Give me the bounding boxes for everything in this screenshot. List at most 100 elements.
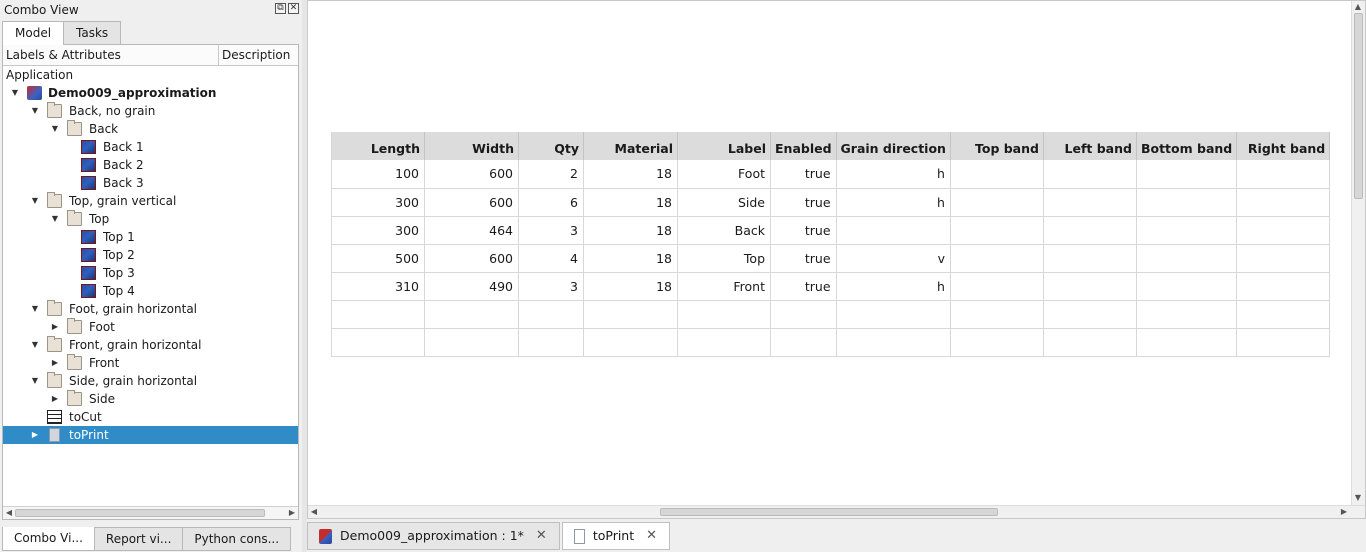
close-icon[interactable]: ✕ bbox=[288, 3, 299, 14]
table-cell[interactable] bbox=[1043, 160, 1137, 189]
column-header[interactable]: Enabled bbox=[770, 132, 837, 160]
table-cell[interactable] bbox=[1236, 188, 1331, 217]
tree-item[interactable]: Top 2 bbox=[3, 246, 298, 264]
table-cell[interactable]: 4 bbox=[518, 244, 584, 273]
table-cell[interactable] bbox=[1236, 300, 1331, 329]
table-cell[interactable]: Side bbox=[677, 188, 771, 217]
table-cell[interactable] bbox=[836, 328, 951, 357]
table-cell[interactable] bbox=[1136, 160, 1238, 189]
column-header[interactable]: Left band bbox=[1043, 132, 1137, 160]
table-cell[interactable] bbox=[1043, 272, 1137, 301]
table-cell[interactable]: true bbox=[770, 216, 837, 245]
table-cell[interactable] bbox=[518, 300, 584, 329]
table-cell[interactable]: 300 bbox=[331, 188, 425, 217]
table-cell[interactable]: 600 bbox=[424, 160, 519, 189]
column-header[interactable]: Width bbox=[424, 132, 519, 160]
column-header[interactable]: Top band bbox=[950, 132, 1044, 160]
tab-python-console[interactable]: Python cons... bbox=[182, 527, 292, 551]
tree-item[interactable]: ▼ Top, grain vertical bbox=[3, 192, 298, 210]
tree-item[interactable]: ▶ Front bbox=[3, 354, 298, 372]
table-cell[interactable]: Back bbox=[677, 216, 771, 245]
table-cell[interactable] bbox=[836, 300, 951, 329]
scroll-right-icon[interactable]: ▶ bbox=[286, 507, 298, 519]
table-cell[interactable] bbox=[1043, 244, 1137, 273]
tree-item[interactable]: ▼ Side, grain horizontal bbox=[3, 372, 298, 390]
scroll-left-icon[interactable]: ◀ bbox=[308, 506, 320, 518]
tree-item[interactable]: ▶ Side bbox=[3, 390, 298, 408]
column-header[interactable]: Qty bbox=[518, 132, 584, 160]
table-cell[interactable]: h bbox=[836, 272, 951, 301]
tab-combo-view[interactable]: Combo Vi... bbox=[2, 527, 95, 551]
table-cell[interactable]: 100 bbox=[331, 160, 425, 189]
table-cell[interactable] bbox=[950, 272, 1044, 301]
tree-item[interactable]: Top 4 bbox=[3, 282, 298, 300]
expand-arrow-icon[interactable]: ▼ bbox=[30, 336, 40, 354]
collapse-arrow-icon[interactable]: ▶ bbox=[50, 390, 60, 408]
header-labels-attributes[interactable]: Labels & Attributes bbox=[3, 45, 219, 65]
tree-item[interactable]: Back 2 bbox=[3, 156, 298, 174]
scroll-left-icon[interactable]: ◀ bbox=[3, 507, 15, 519]
table-cell[interactable] bbox=[583, 300, 678, 329]
horizontal-scroll-thumb[interactable] bbox=[660, 508, 998, 516]
tree-item[interactable]: ▶ toPrint bbox=[3, 426, 298, 444]
table-cell[interactable] bbox=[1236, 244, 1331, 273]
vertical-scroll-thumb[interactable] bbox=[1354, 13, 1363, 199]
scroll-thumb[interactable] bbox=[15, 509, 265, 517]
table-cell[interactable]: 464 bbox=[424, 216, 519, 245]
table-cell[interactable]: 18 bbox=[583, 216, 678, 245]
table-cell[interactable] bbox=[1043, 300, 1137, 329]
tree-item[interactable]: ▼ Back, no grain bbox=[3, 102, 298, 120]
table-cell[interactable]: true bbox=[770, 272, 837, 301]
table-cell[interactable]: h bbox=[836, 188, 951, 217]
tree-item[interactable]: Back 3 bbox=[3, 174, 298, 192]
expand-arrow-icon[interactable]: ▼ bbox=[50, 120, 60, 138]
table-cell[interactable]: true bbox=[770, 188, 837, 217]
table-cell[interactable]: 300 bbox=[331, 216, 425, 245]
table-cell[interactable] bbox=[1136, 216, 1238, 245]
table-cell[interactable] bbox=[1136, 300, 1238, 329]
scroll-up-icon[interactable]: ▲ bbox=[1352, 1, 1364, 13]
table-cell[interactable] bbox=[836, 216, 951, 245]
tab-report-view[interactable]: Report vi... bbox=[93, 527, 184, 551]
expand-arrow-icon[interactable]: ▼ bbox=[30, 300, 40, 318]
horizontal-scrollbar[interactable]: ◀ ▶ bbox=[308, 505, 1365, 518]
header-description[interactable]: Description bbox=[219, 45, 298, 65]
table-cell[interactable] bbox=[1136, 328, 1238, 357]
table-cell[interactable] bbox=[950, 300, 1044, 329]
table-cell[interactable]: 3 bbox=[518, 272, 584, 301]
table-cell[interactable] bbox=[1043, 216, 1137, 245]
table-cell[interactable]: Foot bbox=[677, 160, 771, 189]
table-cell[interactable]: v bbox=[836, 244, 951, 273]
close-tab-icon[interactable]: ✕ bbox=[536, 522, 547, 550]
scroll-down-icon[interactable]: ▼ bbox=[1352, 492, 1364, 504]
tree-item[interactable]: ▼ Top bbox=[3, 210, 298, 228]
table-cell[interactable] bbox=[770, 300, 837, 329]
table-cell[interactable]: 600 bbox=[424, 244, 519, 273]
table-cell[interactable] bbox=[770, 328, 837, 357]
table-cell[interactable] bbox=[424, 328, 519, 357]
tree-item[interactable]: ▶ Foot bbox=[3, 318, 298, 336]
expand-arrow-icon[interactable]: ▼ bbox=[10, 84, 20, 102]
table-cell[interactable] bbox=[424, 300, 519, 329]
table-cell[interactable] bbox=[950, 216, 1044, 245]
tree-item[interactable]: ▼ Foot, grain horizontal bbox=[3, 300, 298, 318]
table-cell[interactable] bbox=[950, 328, 1044, 357]
tree-horizontal-scrollbar[interactable]: ◀ ▶ bbox=[3, 506, 298, 519]
column-header[interactable]: Material bbox=[583, 132, 678, 160]
tree-item[interactable]: ▼ Front, grain horizontal bbox=[3, 336, 298, 354]
tree-item[interactable]: ▼ Demo009_approximation bbox=[3, 84, 298, 102]
table-cell[interactable]: 3 bbox=[518, 216, 584, 245]
table-cell[interactable] bbox=[331, 328, 425, 357]
table-cell[interactable] bbox=[1236, 216, 1331, 245]
table-cell[interactable] bbox=[677, 300, 771, 329]
column-header[interactable]: Right band bbox=[1236, 132, 1331, 160]
expand-arrow-icon[interactable]: ▼ bbox=[30, 372, 40, 390]
table-cell[interactable]: Front bbox=[677, 272, 771, 301]
tree-item[interactable]: Top 3 bbox=[3, 264, 298, 282]
expand-arrow-icon[interactable]: ▼ bbox=[30, 192, 40, 210]
table-cell[interactable] bbox=[950, 188, 1044, 217]
tree-item[interactable]: Top 1 bbox=[3, 228, 298, 246]
table-cell[interactable]: 18 bbox=[583, 244, 678, 273]
table-cell[interactable] bbox=[518, 328, 584, 357]
close-tab-icon[interactable]: ✕ bbox=[646, 522, 657, 550]
